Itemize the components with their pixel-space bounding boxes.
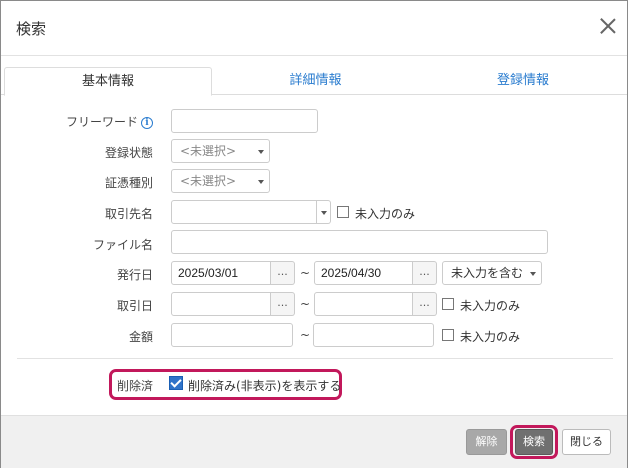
chevron-down-icon [321,211,327,215]
search-dialog: 検索 基本情報 詳細情報 登録情報 フリーワード i 登録状態 <未選択> 証憑種… [0,0,628,468]
amount-from-input[interactable] [171,323,293,347]
deleted-label: 削除済 [116,379,153,393]
partner-empty-checkbox[interactable] [337,206,349,218]
partner-label: 取引先名 [104,207,153,221]
dialog-header: 検索 [1,1,627,56]
amount-empty-checkbox[interactable] [442,329,454,341]
trade-date-to-input[interactable] [314,292,413,316]
trade-date-empty-label: 未入力のみ [460,299,521,313]
partner-empty-label: 未入力のみ [355,207,416,221]
clear-button[interactable]: 解除 [466,429,507,455]
issue-date-to-picker[interactable]: ... [413,261,437,285]
doctype-select[interactable]: <未選択> [171,169,270,193]
show-deleted-checkbox[interactable] [169,376,183,390]
tab-detail-info[interactable]: 詳細情報 [213,67,418,95]
freeword-label: フリーワード i [31,113,153,130]
partner-dropdown[interactable] [317,200,331,224]
amount-to-input[interactable] [313,323,434,347]
issue-date-option-select[interactable]: 未入力を含む [442,261,542,285]
tab-basic-info[interactable]: 基本情報 [4,67,212,96]
partner-input[interactable] [171,200,317,224]
info-icon[interactable]: i [141,117,153,129]
divider [17,358,613,359]
trade-date-label: 取引日 [116,299,153,313]
close-button[interactable]: 閉じる [562,429,611,455]
issue-date-from-picker[interactable]: ... [271,261,295,285]
issue-date-from-input[interactable]: 2025/03/01 [171,261,271,285]
chevron-down-icon [258,150,264,154]
tilde-separator: ~ [300,328,311,342]
issue-date-label: 発行日 [116,268,153,282]
tilde-separator: ~ [300,266,311,280]
trade-date-empty-checkbox[interactable] [442,298,454,310]
dialog-title: 検索 [16,20,47,38]
close-icon[interactable] [598,16,618,36]
filename-input[interactable] [171,230,548,254]
dialog-footer: 解除 検索 閉じる [1,415,627,468]
trade-date-from-picker[interactable]: ... [271,292,295,316]
amount-label: 金額 [128,330,153,344]
tilde-separator: ~ [300,297,311,311]
doctype-label: 証憑種別 [104,176,153,190]
trade-date-to-picker[interactable]: ... [413,292,437,316]
chevron-down-icon [530,272,536,276]
status-select[interactable]: <未選択> [171,139,270,163]
trade-date-from-input[interactable] [171,292,271,316]
chevron-down-icon [258,180,264,184]
filename-label: ファイル名 [92,238,153,252]
search-button[interactable]: 検索 [515,429,553,455]
tab-registration-info[interactable]: 登録情報 [419,67,627,95]
status-label: 登録状態 [104,146,153,160]
tab-bar: 基本情報 詳細情報 登録情報 [1,67,627,96]
show-deleted-label: 削除済み(非表示)を表示する [188,379,342,393]
freeword-input[interactable] [171,109,318,133]
amount-empty-label: 未入力のみ [460,330,521,344]
issue-date-to-input[interactable]: 2025/04/30 [314,261,413,285]
